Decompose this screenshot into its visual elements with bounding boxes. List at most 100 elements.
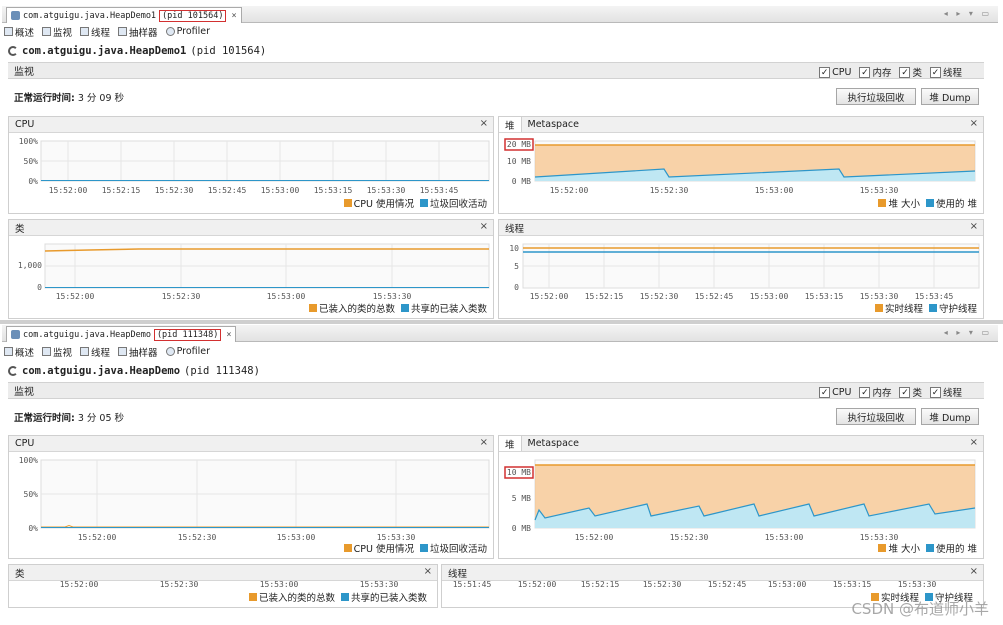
app-tab-2[interactable]: com.atguigu.java.HeapDemo (pid 111348) × — [6, 326, 237, 342]
tab-sampler[interactable]: 抽样器 — [118, 25, 158, 39]
y-tick: 10 — [509, 244, 519, 253]
close-icon[interactable]: × — [970, 118, 978, 129]
x-tick: 15:52:00 — [518, 580, 557, 589]
check-cpu[interactable]: ✓ CPU — [819, 385, 851, 399]
close-icon[interactable]: × — [970, 221, 978, 232]
tab-monitor[interactable]: 监视 — [42, 345, 72, 359]
y-tick: 50% — [24, 157, 39, 166]
close-icon[interactable]: × — [226, 330, 231, 340]
tab-heap[interactable]: 堆 — [499, 117, 522, 132]
close-icon[interactable]: × — [480, 118, 488, 129]
x-tick: 15:52:45 — [695, 292, 734, 301]
x-tick: 15:52:30 — [162, 292, 201, 301]
x-tick: 15:52:00 — [530, 292, 569, 301]
gc-button[interactable]: 执行垃圾回收 — [836, 408, 916, 425]
y-tick: 0 — [514, 283, 519, 292]
check-memory[interactable]: ✓ 内存 — [859, 385, 891, 399]
close-icon[interactable]: × — [480, 221, 488, 232]
check-memory[interactable]: ✓ 内存 — [859, 65, 891, 79]
heap-dump-button[interactable]: 堆 Dump — [921, 408, 979, 425]
close-icon[interactable]: × — [970, 566, 978, 577]
x-tick: 15:52:00 — [575, 533, 614, 542]
y-tick: 10 MB — [507, 468, 531, 477]
check-cpu[interactable]: ✓ CPU — [819, 65, 851, 79]
y-tick: 50% — [24, 490, 39, 499]
x-tick: 15:52:00 — [49, 186, 88, 195]
x-tick: 15:52:15 — [585, 292, 624, 301]
panel-title: CPU — [15, 119, 35, 130]
overview-icon — [4, 27, 13, 36]
cpu-chart: 100% 50% 0% 15:52:00 15:52:15 15:52:30 1… — [19, 137, 490, 195]
heap-panel: 堆 Metaspace × 10 MB 5 MB 0 MB 15:52:00 15:… — [498, 435, 984, 559]
x-tick: 15:52:30 — [155, 186, 194, 195]
tab-name: com.atguigu.java.HeapDemo1 — [23, 10, 157, 21]
close-icon[interactable]: × — [970, 437, 978, 448]
x-tick: 15:53:00 — [277, 533, 316, 542]
x-tick: 15:53:00 — [260, 580, 299, 589]
app-tab-1[interactable]: com.atguigu.java.HeapDemo1 (pid 101564) … — [6, 7, 242, 23]
x-tick: 15:52:00 — [550, 186, 589, 195]
y-tick: 5 — [514, 262, 519, 271]
profiler-icon — [165, 347, 175, 356]
classes-chart: 1,000 0 15:52:00 15:52:30 15:53:00 15:53… — [18, 243, 490, 301]
sampler-icon — [118, 347, 128, 356]
tab-overview[interactable]: 概述 — [4, 25, 34, 39]
close-icon[interactable]: × — [480, 437, 488, 448]
x-tick: 15:53:00 — [768, 580, 807, 589]
check-threads[interactable]: ✓ 线程 — [929, 65, 962, 79]
heap-legend: 堆 大小 使用的 堆 — [878, 196, 977, 210]
x-tick: 15:52:30 — [643, 580, 682, 589]
x-tick: 15:53:15 — [314, 186, 353, 195]
close-icon[interactable]: × — [424, 566, 432, 577]
check-classes[interactable]: ✓ 类 — [899, 385, 922, 399]
panel-title: 线程 — [505, 223, 525, 235]
x-tick: 15:53:00 — [750, 292, 789, 301]
tab-nav-icons[interactable]: ◂ ▸ ▾ ▭ — [944, 328, 992, 337]
tab-heap[interactable]: 堆 — [499, 436, 522, 451]
x-tick: 15:52:00 — [60, 580, 99, 589]
loading-icon — [8, 366, 18, 376]
tab-overview[interactable]: 概述 — [4, 345, 34, 359]
panel-title: 类 — [15, 223, 25, 235]
tab-nav-icons[interactable]: ◂ ▸ ▾ ▭ — [944, 9, 992, 18]
check-threads[interactable]: ✓ 线程 — [929, 385, 962, 399]
subtabs-2: 概述 监视 线程 抽样器 Profiler — [4, 344, 210, 359]
x-tick: 15:52:45 — [208, 186, 247, 195]
tab-metaspace[interactable]: Metaspace — [522, 438, 585, 449]
tab-metaspace[interactable]: Metaspace — [522, 119, 585, 130]
tab-threads[interactable]: 线程 — [80, 345, 110, 359]
tab-monitor[interactable]: 监视 — [42, 25, 72, 39]
tab-sampler[interactable]: 抽样器 — [118, 345, 158, 359]
y-tick: 10 MB — [507, 157, 531, 166]
y-tick: 0% — [28, 524, 38, 533]
classes-panel: 类 × 1,000 0 15:52:00 15:52:30 15:53:00 15… — [8, 219, 494, 319]
tab-profiler[interactable]: Profiler — [165, 26, 210, 37]
classes-legend: 已装入的类的总数 共享的已装入类数 — [308, 301, 487, 315]
x-tick: 15:52:30 — [160, 580, 199, 589]
heap-chart: 10 MB 5 MB 0 MB 15:52:00 15:52:30 15:53:… — [504, 459, 976, 542]
y-tick: 100% — [19, 137, 38, 146]
check-classes[interactable]: ✓ 类 — [899, 65, 922, 79]
page-title: com.atguigu.java.HeapDemo (pid 111348) — [8, 365, 260, 377]
close-icon[interactable]: × — [231, 11, 236, 21]
section-header: 监视 ✓ CPU ✓ 内存 ✓ 类 ✓ 线程 — [8, 382, 984, 399]
y-tick: 0% — [28, 177, 38, 186]
tab-profiler[interactable]: Profiler — [165, 346, 210, 357]
classes-panel: 类 × 15:52:00 15:52:30 15:53:00 15:53:30 已… — [8, 564, 438, 608]
threads-icon — [80, 27, 90, 36]
cpu-panel: CPU × 100% 50% 0% 15:52:00 15:52:30 15:53… — [8, 435, 494, 559]
tab-threads[interactable]: 线程 — [80, 25, 110, 39]
panel-title: 类 — [15, 568, 25, 580]
tabbar-2: com.atguigu.java.HeapDemo (pid 111348) ×… — [2, 325, 998, 342]
profiler-icon — [165, 27, 175, 36]
x-tick: 15:52:30 — [650, 186, 689, 195]
tab-name: com.atguigu.java.HeapDemo — [23, 329, 151, 340]
x-tick: 15:52:30 — [178, 533, 217, 542]
section-header: 监视 ✓ CPU ✓ 内存 ✓ 类 ✓ 线程 — [8, 62, 984, 79]
heap-dump-button[interactable]: 堆 Dump — [921, 88, 979, 105]
subtabs-1: 概述 监视 线程 抽样器 Profiler — [4, 24, 210, 39]
gc-button[interactable]: 执行垃圾回收 — [836, 88, 916, 105]
x-tick: 15:52:15 — [581, 580, 620, 589]
x-tick: 15:53:15 — [833, 580, 872, 589]
cpu-legend: CPU 使用情况 垃圾回收活动 — [343, 196, 487, 210]
